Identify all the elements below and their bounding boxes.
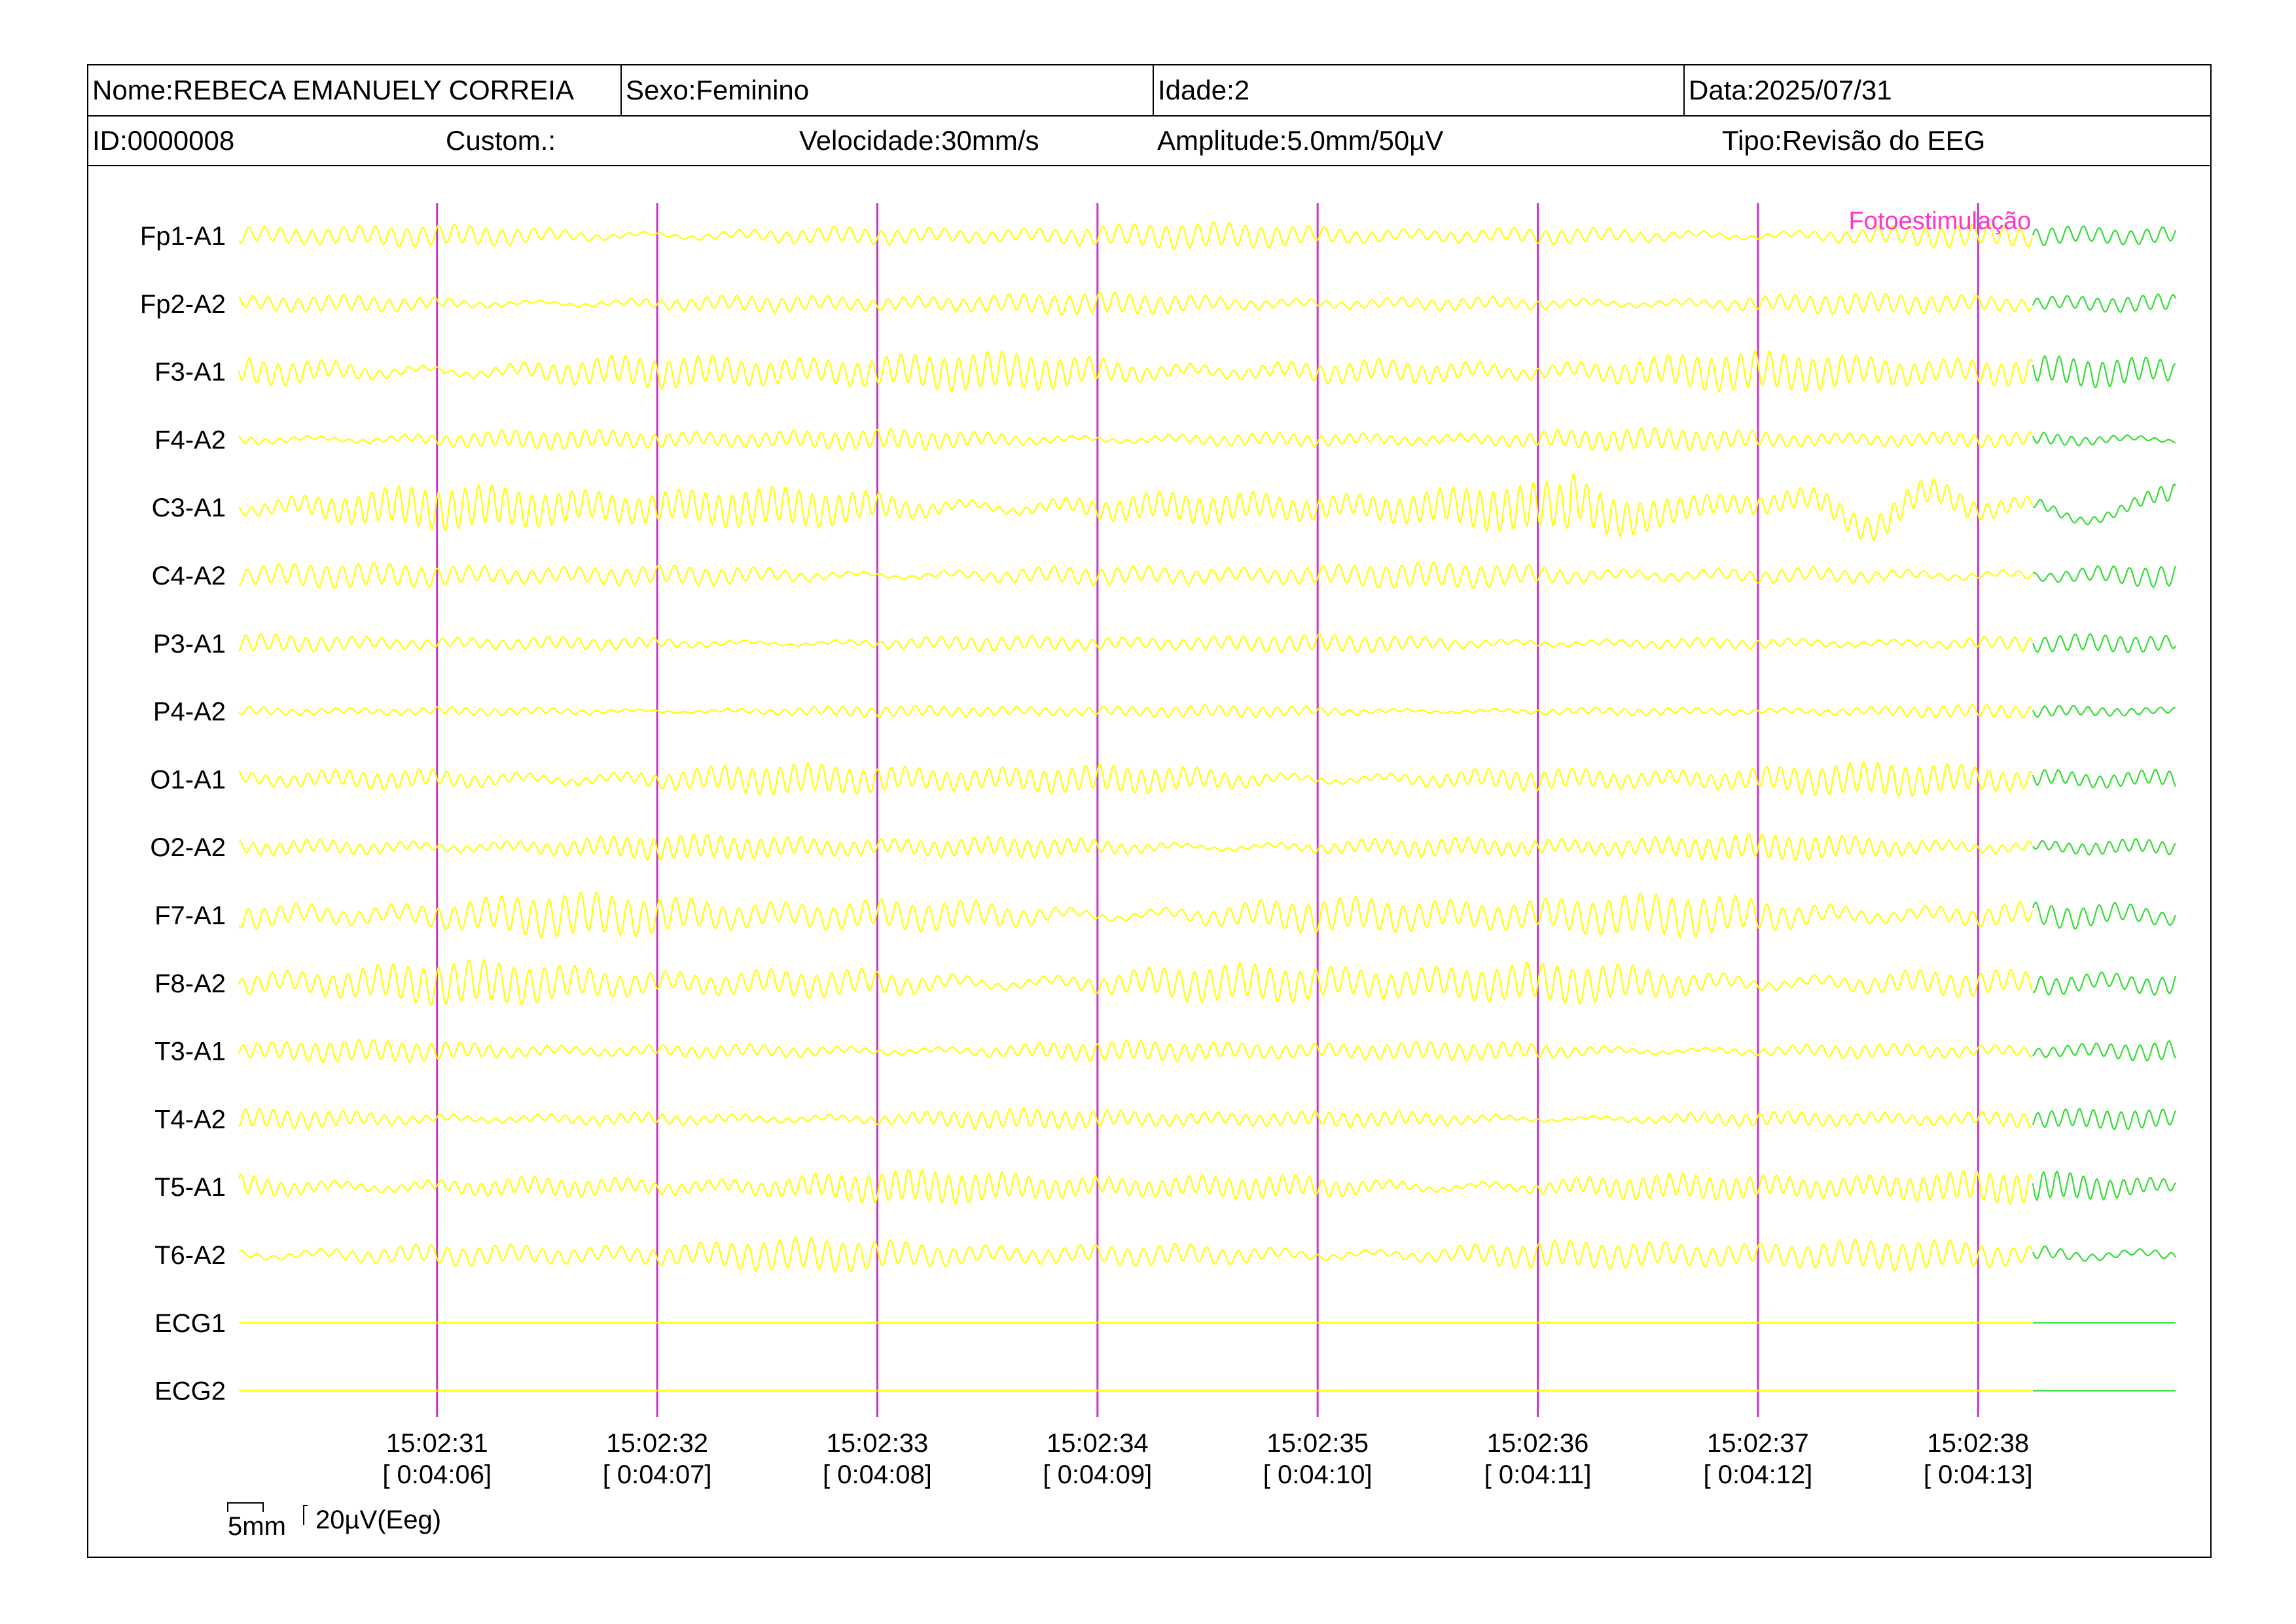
time-tick-elapsed: [ 0:04:09]	[1043, 1460, 1152, 1489]
trace-fp1-a1-post-event	[2032, 225, 2177, 247]
trace-c3-a1	[238, 473, 2034, 542]
time-tick-clock: 15:02:37	[1707, 1429, 1809, 1458]
trace-f4-a2	[238, 427, 2033, 452]
trace-t5-a1	[238, 1168, 2034, 1206]
trace-c4-a2-post-event	[2032, 565, 2177, 588]
time-tick-clock: 15:02:31	[386, 1429, 488, 1458]
eeg-traces	[238, 221, 2177, 1392]
trace-o2-a2-post-event	[2032, 838, 2176, 856]
channel-label-t4-a2: T4-A2	[154, 1105, 226, 1134]
channel-label-t3-a1: T3-A1	[154, 1038, 226, 1066]
trace-t4-a2	[238, 1108, 2033, 1130]
time-tick-clock: 15:02:38	[1927, 1429, 2029, 1458]
time-axis: 15:02:31[ 0:04:06] 15:02:32[ 0:04:07] 15:0…	[382, 1429, 2032, 1489]
trace-c3-a1-post-event	[2032, 483, 2176, 526]
scale-time-label: 5mm	[228, 1512, 286, 1541]
trace-fp1-a1	[238, 221, 2034, 250]
channel-label-f4-a2: F4-A2	[154, 425, 226, 454]
trace-fp2-a2	[238, 291, 2033, 316]
event-label-photostimulation: Fotoestimulação	[1849, 208, 2032, 235]
trace-t6-a2-post-event	[2032, 1245, 2176, 1262]
trace-t6-a2	[238, 1236, 2033, 1272]
channel-label-f3-a1: F3-A1	[154, 358, 226, 387]
trace-o2-a2	[238, 833, 2033, 862]
trace-o1-a1-post-event	[2032, 768, 2177, 789]
time-tick-elapsed: [ 0:04:06]	[382, 1460, 492, 1489]
channel-label-t6-a2: T6-A2	[154, 1241, 226, 1270]
trace-p4-a2	[238, 704, 2033, 719]
channel-label-c4-a2: C4-A2	[152, 562, 226, 590]
scale-time-bracket	[227, 1502, 264, 1512]
trace-f8-a2	[238, 958, 2034, 1007]
trace-o1-a1	[238, 761, 2033, 798]
channel-label-p3-a1: P3-A1	[153, 630, 226, 659]
time-tick-clock: 15:02:33	[827, 1429, 929, 1458]
trace-f7-a1	[238, 890, 2034, 939]
scale-amplitude-label: 20µV(Eeg)	[315, 1506, 441, 1534]
channel-label-fp2-a2: Fp2-A2	[140, 290, 226, 319]
time-tick-elapsed: [ 0:04:13]	[1924, 1460, 2033, 1489]
channel-label-f7-a1: F7-A1	[154, 901, 226, 930]
trace-t4-a2-post-event	[2032, 1108, 2177, 1130]
trace-p3-a1	[238, 632, 2033, 653]
trace-t5-a1-post-event	[2032, 1170, 2176, 1202]
channel-label-ecg2: ECG2	[154, 1377, 226, 1406]
time-tick-elapsed: [ 0:04:10]	[1263, 1460, 1372, 1489]
channel-labels: Fp1-A1 Fp2-A2 F3-A1 F4-A2 C3-A1 C4-A2 P3-A1 P4-…	[140, 222, 226, 1406]
scale-amplitude-bracket	[303, 1505, 308, 1525]
trace-f4-a2-post-event	[2032, 431, 2176, 447]
time-tick-elapsed: [ 0:04:07]	[603, 1460, 712, 1489]
channel-label-ecg1: ECG1	[154, 1309, 226, 1338]
time-tick-clock: 15:02:32	[606, 1429, 708, 1458]
channel-label-o2-a2: O2-A2	[150, 833, 226, 862]
trace-t3-a1	[238, 1038, 2033, 1064]
trace-f7-a1-post-event	[2032, 901, 2177, 930]
eeg-chart: Fp1-A1 Fp2-A2 F3-A1 F4-A2 C3-A1 C4-A2 P3-A1 P4-…	[140, 203, 2177, 1541]
trace-p3-a1-post-event	[2032, 633, 2176, 654]
time-tick-elapsed: [ 0:04:08]	[823, 1460, 932, 1489]
trace-p4-a2-post-event	[2032, 704, 2176, 718]
channel-label-f8-a2: F8-A2	[154, 969, 226, 998]
trace-f8-a2-post-event	[2032, 971, 2177, 996]
channel-label-c3-a1: C3-A1	[152, 494, 226, 522]
channel-label-t5-a1: T5-A1	[154, 1173, 226, 1202]
time-tick-clock: 15:02:35	[1266, 1429, 1369, 1458]
time-tick-clock: 15:02:34	[1047, 1429, 1149, 1458]
time-tick-elapsed: [ 0:04:12]	[1704, 1460, 1813, 1489]
trace-f3-a1-post-event	[2032, 355, 2176, 389]
scale-bar: 5mm 20µV(Eeg)	[227, 1502, 441, 1541]
trace-f3-a1	[238, 350, 2034, 393]
trace-fp2-a2-post-event	[2032, 293, 2177, 314]
channel-label-fp1-a1: Fp1-A1	[140, 222, 226, 251]
time-tick-clock: 15:02:36	[1487, 1429, 1589, 1458]
trace-c4-a2	[238, 561, 2033, 590]
channel-label-p4-a2: P4-A2	[153, 698, 226, 727]
time-tick-elapsed: [ 0:04:11]	[1484, 1460, 1592, 1489]
channel-label-o1-a1: O1-A1	[150, 765, 226, 794]
trace-t3-a1-post-event	[2032, 1039, 2176, 1062]
